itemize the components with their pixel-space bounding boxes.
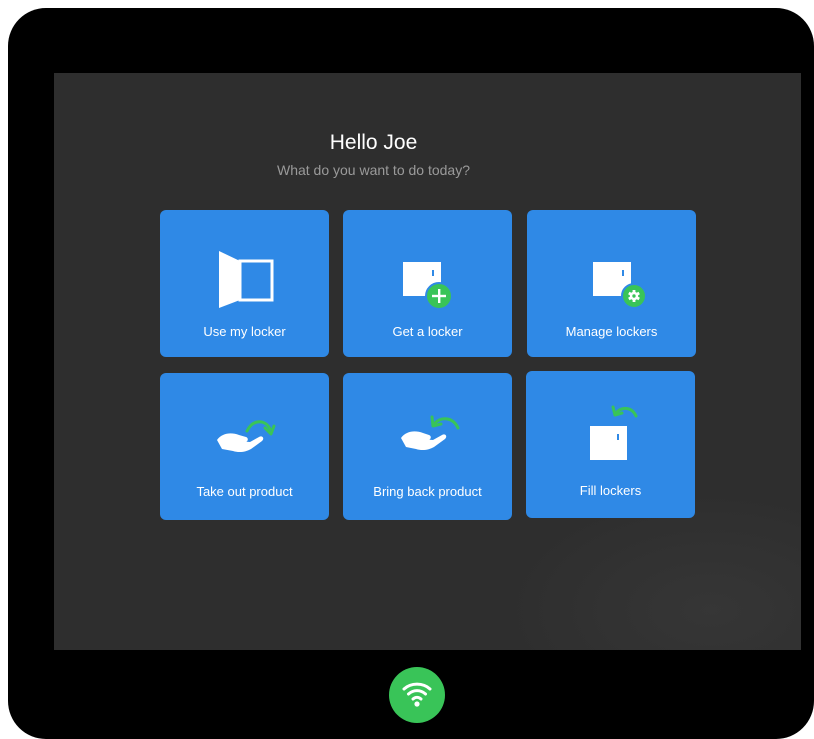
manage-locker-icon (593, 262, 647, 309)
bring-back-product-label: Bring back product (373, 484, 482, 499)
take-out-product-label: Take out product (196, 484, 293, 499)
bring-back-product-button[interactable]: Bring back product (343, 373, 512, 520)
greeting-title: Hello Joe (329, 131, 418, 154)
use-my-locker-button[interactable]: Use my locker (160, 210, 329, 357)
take-out-product-button[interactable]: Take out product (160, 373, 329, 520)
wifi-button[interactable] (389, 667, 445, 723)
greeting-subtitle: What do you want to do today? (276, 162, 470, 178)
add-locker-icon (403, 262, 453, 310)
use-my-locker-label: Use my locker (203, 324, 286, 339)
manage-lockers-button[interactable]: Manage lockers (527, 210, 696, 357)
wifi-icon (402, 682, 432, 707)
fill-lockers-label: Fill lockers (579, 483, 642, 498)
kiosk-screen (54, 73, 801, 650)
get-a-locker-label: Get a locker (392, 324, 463, 339)
manage-lockers-label: Manage lockers (565, 324, 658, 339)
bring-back-hand-icon (401, 415, 460, 451)
take-out-hand-icon (217, 420, 276, 453)
fill-lockers-button[interactable]: Fill lockers (526, 371, 695, 518)
get-a-locker-button[interactable]: Get a locker (343, 210, 512, 357)
open-locker-icon (219, 251, 274, 308)
fill-locker-icon (590, 405, 638, 460)
